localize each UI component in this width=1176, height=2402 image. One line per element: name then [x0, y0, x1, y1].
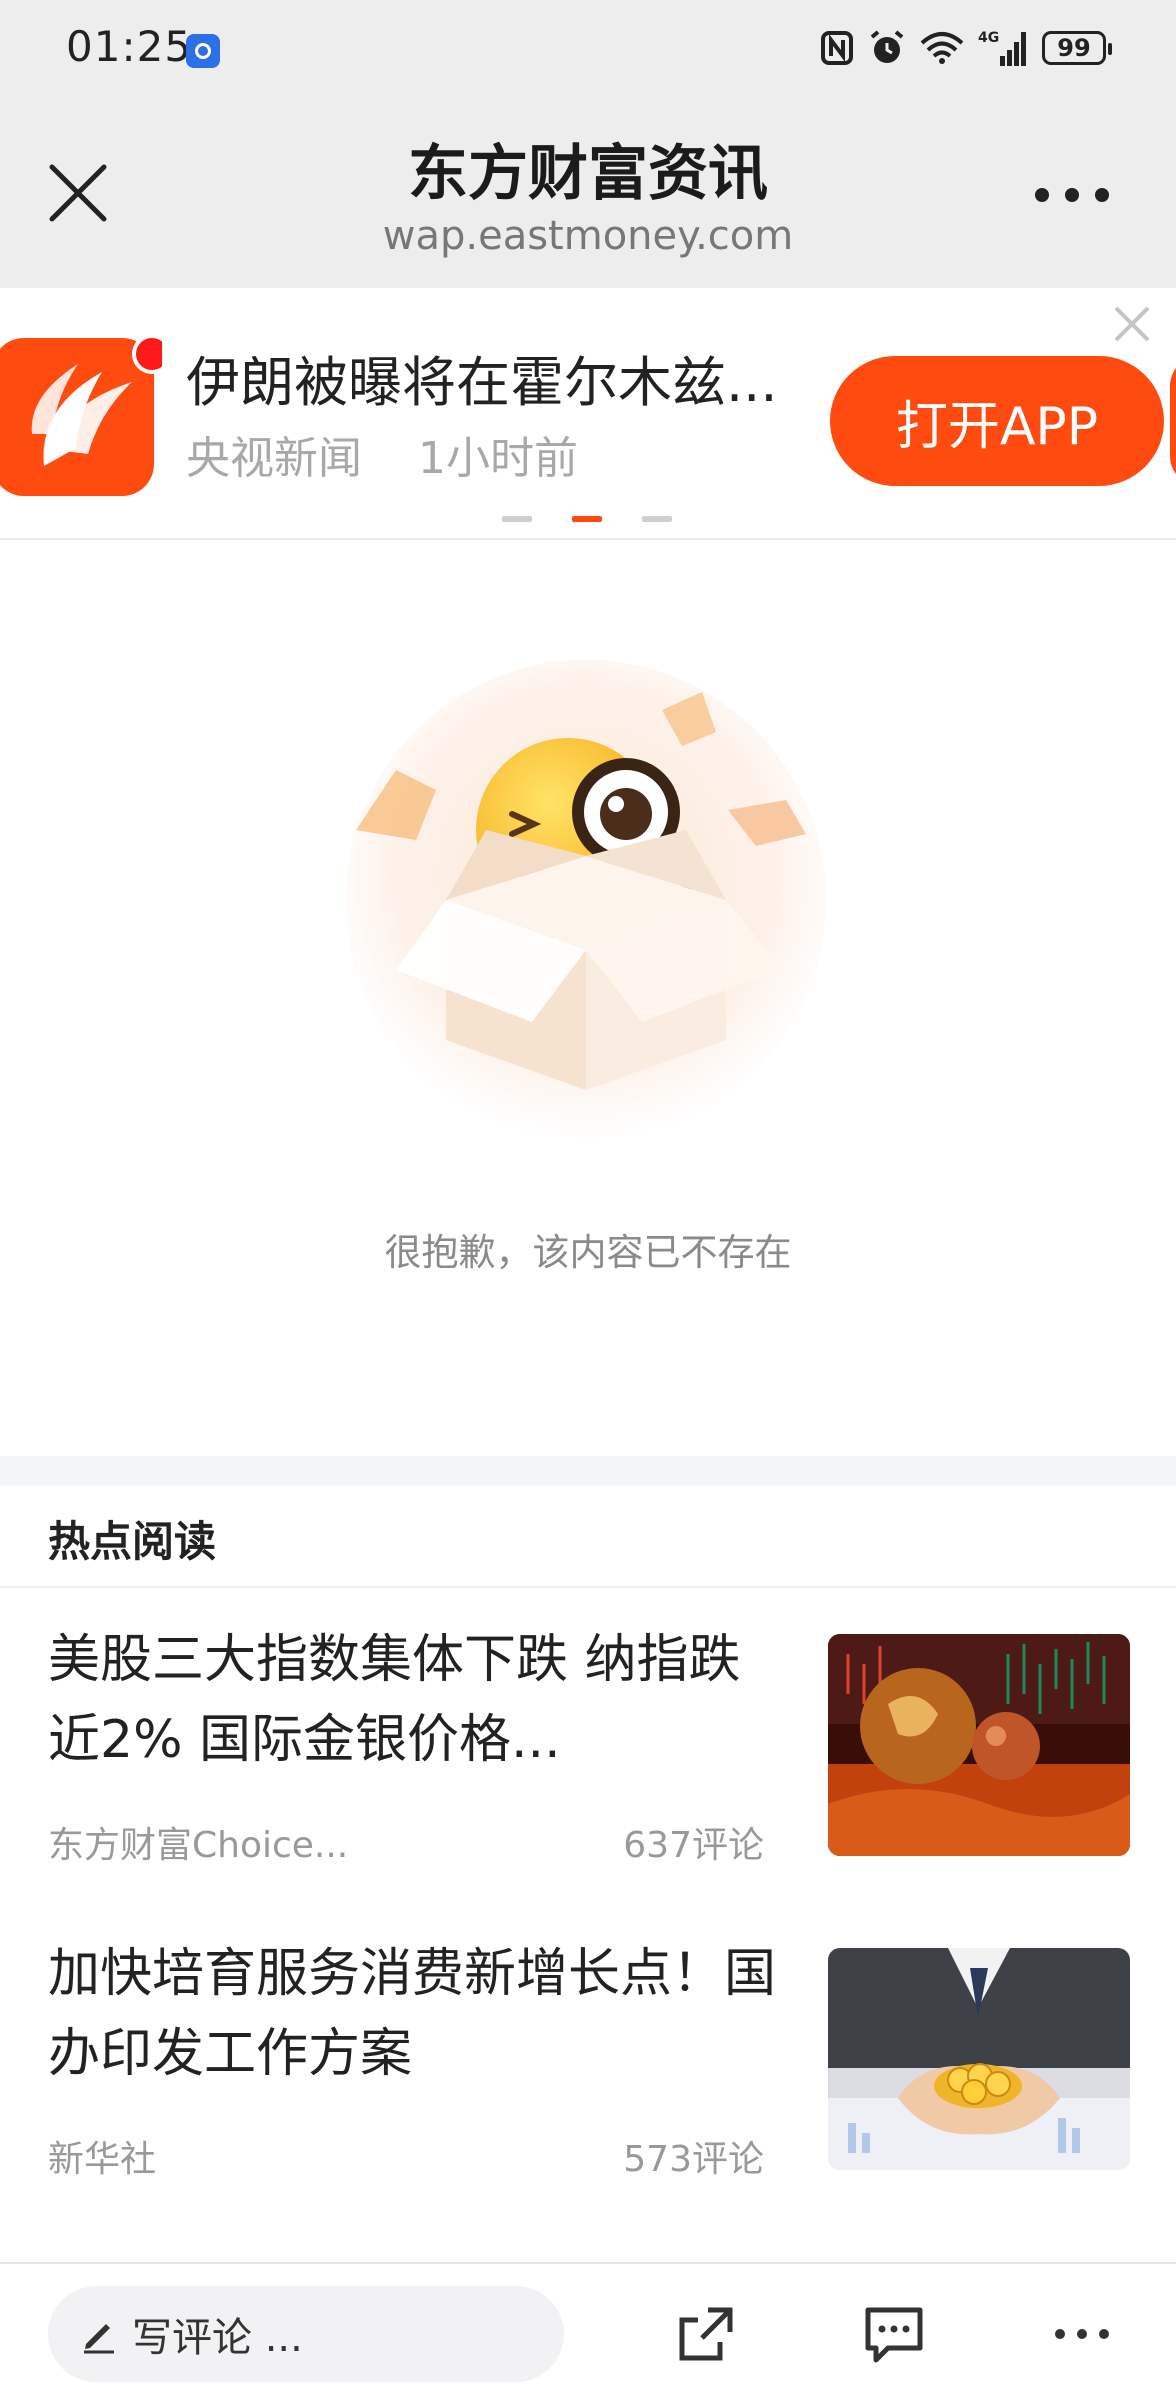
news-item[interactable]: 美股三大指数集体下跌 纳指跌近2% 国际金银价格... 东方财富Choice..… [0, 1620, 1176, 1920]
open-app-button[interactable]: 打开APP [830, 356, 1164, 486]
page-url: wap.eastmoney.com [382, 213, 794, 259]
news-title[interactable]: 美股三大指数集体下跌 纳指跌近2% 国际金银价格... [48, 1620, 788, 1780]
news-item[interactable]: 加快培育服务消费新增长点！国办印发工作方案 新华社 573评论 [0, 1934, 1176, 2234]
carousel-indicator [502, 516, 674, 522]
network-type-label: 4G [978, 30, 999, 46]
app-download-banner[interactable]: 伊朗被曝将在霍尔木兹... 央视新闻 1小时前 打开APP [0, 288, 1176, 540]
banner-close-icon[interactable] [1112, 304, 1152, 344]
divider [0, 1586, 1176, 1588]
bottom-action-bar: 写评论 ... [0, 2262, 1176, 2402]
title-bar: 东方财富资讯 wap.eastmoney.com [0, 95, 1176, 288]
write-comment-input[interactable]: 写评论 ... [48, 2286, 564, 2382]
news-title[interactable]: 加快培育服务消费新增长点！国办印发工作方案 [48, 1934, 788, 2094]
gold-coins-thumbnail[interactable] [828, 1948, 1130, 2170]
banner-source: 央视新闻 [186, 433, 362, 484]
more-options-icon[interactable] [1034, 187, 1110, 203]
status-icons: 4G 99 [820, 26, 1112, 70]
news-source: 东方财富Choice... [48, 1825, 349, 1866]
carousel-dot-active [572, 516, 602, 522]
comments-icon[interactable] [862, 2302, 926, 2366]
battery-indicator: 99 [1042, 31, 1112, 65]
carousel-dot [642, 516, 672, 522]
share-icon[interactable] [674, 2302, 738, 2366]
alarm-icon [870, 30, 904, 63]
more-actions-icon[interactable] [1050, 2302, 1114, 2366]
cellular-signal-icon: 4G [978, 30, 1026, 66]
globe-market-thumbnail[interactable] [828, 1634, 1130, 1856]
status-bar: 01:25 4G 99 [0, 0, 1176, 95]
news-comment-count: 573评论 [623, 2139, 764, 2180]
hot-reading-title: 热点阅读 [48, 1517, 217, 1566]
content-missing-illustration [346, 660, 826, 1140]
nfc-icon [821, 31, 853, 65]
app-notification-icon [186, 34, 220, 68]
page-title: 东方财富资讯 [408, 139, 768, 209]
news-source: 新华社 [48, 2139, 157, 2180]
carousel-dot [502, 516, 532, 522]
status-time: 01:25 [66, 22, 193, 71]
banner-headline[interactable]: 伊朗被曝将在霍尔木兹... [186, 338, 806, 417]
comment-placeholder: 写评论 ... [132, 2315, 303, 2361]
next-banner-peek [1170, 356, 1176, 486]
news-comment-count: 637评论 [623, 1825, 764, 1866]
wifi-icon [920, 32, 964, 64]
section-divider [0, 1456, 1176, 1486]
empty-state-message: 很抱歉，该内容已不存在 [384, 1231, 792, 1274]
pencil-icon [84, 2324, 114, 2354]
banner-time: 1小时前 [418, 433, 578, 484]
eastmoney-app-logo [0, 338, 162, 496]
